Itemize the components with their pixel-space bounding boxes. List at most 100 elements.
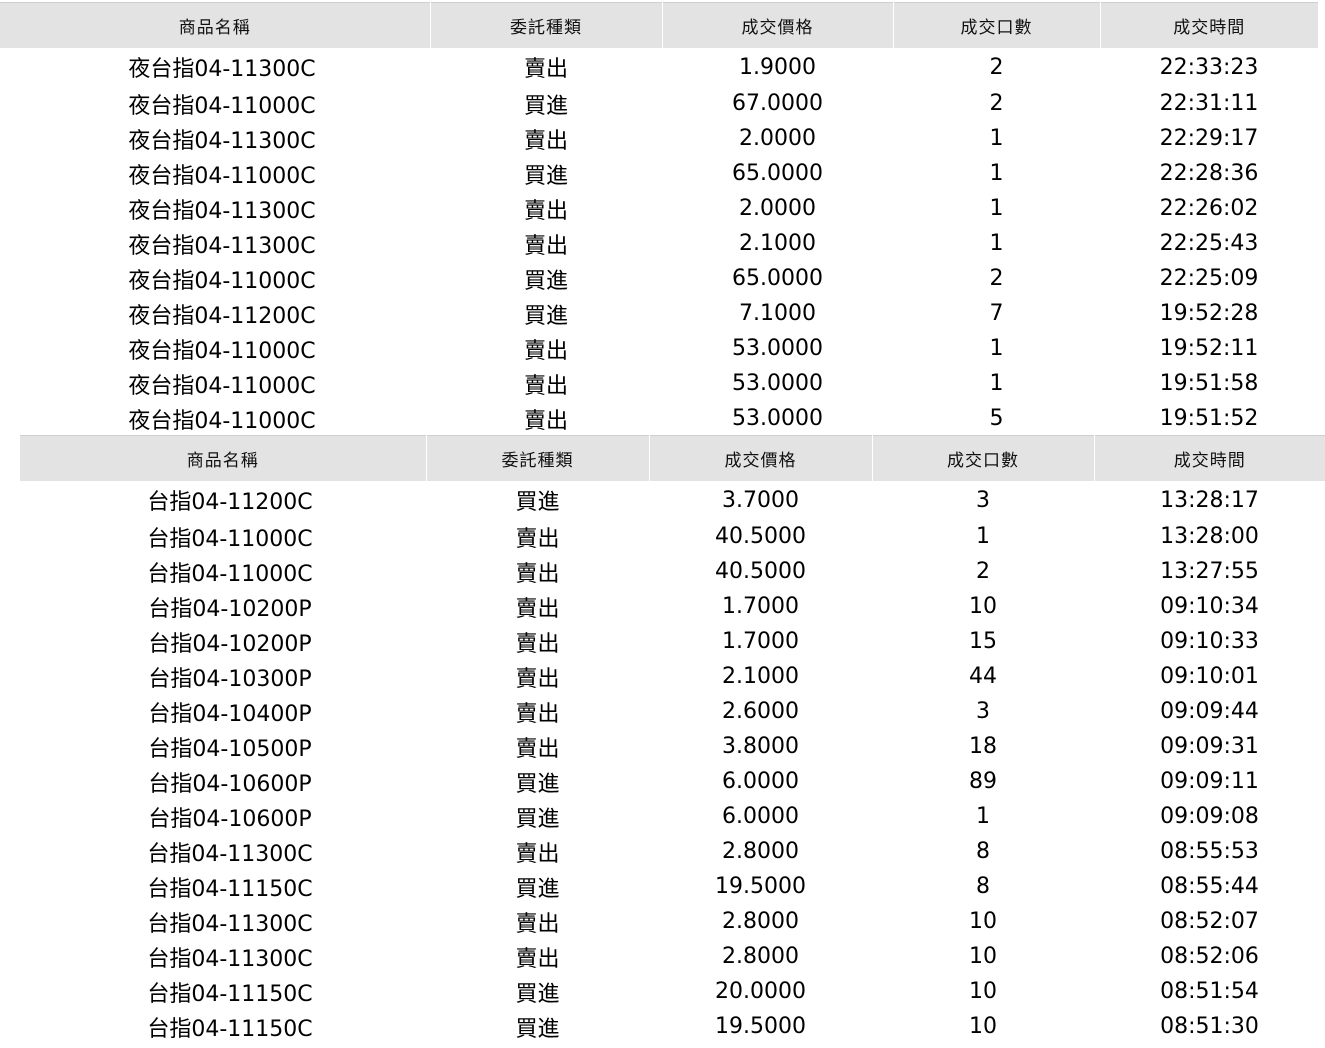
table-row: 台指04-10300P 賣出 2.1000 44 09:10:01 xyxy=(20,659,1325,694)
table-header-row: 商品名稱 委託種類 成交價格 成交口數 成交時間 xyxy=(20,435,1325,481)
order-type-cell: 買進 xyxy=(515,771,560,797)
quantity-cell: 2 xyxy=(976,559,990,584)
time-cell: 19:51:52 xyxy=(1159,406,1259,431)
table-header-row: 商品名稱 委託種類 成交價格 成交口數 成交時間 xyxy=(0,2,1318,48)
table-row: 台指04-11000C 賣出 40.5000 2 13:27:55 xyxy=(20,554,1325,589)
time-cell: 08:51:30 xyxy=(1160,1014,1259,1039)
time-cell: 09:09:31 xyxy=(1160,734,1259,759)
order-type-cell: 賣出 xyxy=(515,946,560,972)
order-type-cell: 買進 xyxy=(515,981,560,1007)
quantity-cell: 10 xyxy=(969,979,997,1004)
order-type-cell: 賣出 xyxy=(523,338,568,364)
column-header-quantity: 成交口數 xyxy=(893,2,1101,48)
quantity-cell: 1 xyxy=(989,371,1004,396)
product-name-cell: 夜台指04-11000C xyxy=(128,163,316,189)
table-row: 夜台指04-11300C 賣出 2.0000 1 22:29:17 xyxy=(0,121,1318,156)
order-type-cell: 賣出 xyxy=(515,596,560,622)
price-cell: 65.0000 xyxy=(732,266,823,291)
price-cell: 6.0000 xyxy=(722,804,799,829)
product-name-cell: 台指04-11150C xyxy=(147,1016,313,1042)
quantity-cell: 44 xyxy=(969,664,997,689)
quantity-cell: 15 xyxy=(969,629,997,654)
table-row: 夜台指04-11300C 賣出 1.9000 2 22:33:23 xyxy=(0,48,1318,86)
table-row: 台指04-11150C 買進 20.0000 10 08:51:54 xyxy=(20,974,1325,1009)
column-header-price: 成交價格 xyxy=(662,2,894,48)
time-cell: 08:55:53 xyxy=(1160,839,1259,864)
time-cell: 22:25:43 xyxy=(1159,231,1259,256)
order-type-cell: 賣出 xyxy=(523,57,568,82)
time-cell: 22:29:17 xyxy=(1159,126,1259,151)
night-session-rows: 夜台指04-11300C 賣出 1.9000 2 22:33:23 夜台指04-11000… xyxy=(0,48,1318,436)
product-name-cell: 夜台指04-11300C xyxy=(128,198,316,224)
product-name-cell: 台指04-11150C xyxy=(147,876,313,902)
product-name-cell: 台指04-10600P xyxy=(148,771,312,797)
order-type-cell: 賣出 xyxy=(515,666,560,692)
order-type-cell: 買進 xyxy=(515,876,560,902)
time-cell: 13:28:00 xyxy=(1160,524,1259,549)
order-type-cell: 賣出 xyxy=(523,128,568,154)
product-name-cell: 夜台指04-11200C xyxy=(128,303,316,329)
night-session-trades-table: 商品名稱 委託種類 成交價格 成交口數 成交時間 夜台指04-11300C 賣出 1… xyxy=(0,2,1318,436)
table-row: 台指04-11300C 賣出 2.8000 8 08:55:53 xyxy=(20,834,1325,869)
price-cell: 19.5000 xyxy=(715,874,806,899)
column-header-time: 成交時間 xyxy=(1100,2,1318,48)
table-row: 台指04-10500P 賣出 3.8000 18 09:09:31 xyxy=(20,729,1325,764)
quantity-cell: 10 xyxy=(969,1014,997,1039)
quantity-cell: 10 xyxy=(969,594,997,619)
quantity-cell: 1 xyxy=(976,524,990,549)
quantity-cell: 1 xyxy=(989,336,1004,361)
time-cell: 09:10:33 xyxy=(1160,629,1259,654)
price-cell: 20.0000 xyxy=(715,979,806,1004)
time-cell: 08:55:44 xyxy=(1160,874,1259,899)
product-name-cell: 台指04-10500P xyxy=(148,736,312,762)
price-cell: 2.6000 xyxy=(722,699,799,724)
table-row: 夜台指04-11000C 賣出 53.0000 1 19:52:11 xyxy=(0,331,1318,366)
price-cell: 2.0000 xyxy=(739,126,816,151)
table-row: 台指04-11150C 買進 19.5000 8 08:55:44 xyxy=(20,869,1325,904)
quantity-cell: 3 xyxy=(976,699,990,724)
table-row: 夜台指04-11000C 賣出 53.0000 1 19:51:58 xyxy=(0,366,1318,401)
order-type-cell: 賣出 xyxy=(515,841,560,867)
time-cell: 09:09:44 xyxy=(1160,699,1259,724)
time-cell: 22:33:23 xyxy=(1159,54,1259,80)
price-cell: 3.7000 xyxy=(722,487,799,513)
quantity-cell: 89 xyxy=(969,769,997,794)
quantity-cell: 8 xyxy=(976,874,990,899)
table-row: 夜台指04-11200C 買進 7.1000 7 19:52:28 xyxy=(0,296,1318,331)
price-cell: 53.0000 xyxy=(732,336,823,361)
order-type-cell: 賣出 xyxy=(515,701,560,727)
product-name-cell: 夜台指04-11000C xyxy=(128,268,316,294)
order-type-cell: 賣出 xyxy=(523,198,568,224)
time-cell: 09:10:34 xyxy=(1160,594,1259,619)
column-header-order-type: 委託種類 xyxy=(430,2,663,48)
time-cell: 22:31:11 xyxy=(1159,91,1259,116)
table-row: 台指04-11300C 賣出 2.8000 10 08:52:06 xyxy=(20,939,1325,974)
column-header-price: 成交價格 xyxy=(649,435,873,481)
quantity-cell: 3 xyxy=(976,487,990,513)
price-cell: 40.5000 xyxy=(715,559,806,584)
quantity-cell: 1 xyxy=(989,231,1004,256)
order-type-cell: 賣出 xyxy=(523,408,568,434)
time-cell: 08:51:54 xyxy=(1160,979,1259,1004)
time-cell: 19:52:28 xyxy=(1159,301,1259,326)
table-row: 夜台指04-11000C 買進 67.0000 2 22:31:11 xyxy=(0,86,1318,121)
price-cell: 2.1000 xyxy=(739,231,816,256)
product-name-cell: 夜台指04-11300C xyxy=(128,128,316,154)
quantity-cell: 18 xyxy=(969,734,997,759)
quantity-cell: 1 xyxy=(989,161,1004,186)
table-row: 台指04-10400P 賣出 2.6000 3 09:09:44 xyxy=(20,694,1325,729)
product-name-cell: 夜台指04-11300C xyxy=(128,57,316,82)
table-row: 夜台指04-11000C 賣出 53.0000 5 19:51:52 xyxy=(0,401,1318,436)
order-type-cell: 買進 xyxy=(515,490,560,515)
table-row: 夜台指04-11000C 買進 65.0000 2 22:25:09 xyxy=(0,261,1318,296)
time-cell: 08:52:06 xyxy=(1160,944,1259,969)
table-row: 台指04-10600P 買進 6.0000 1 09:09:08 xyxy=(20,799,1325,834)
product-name-cell: 台指04-11150C xyxy=(147,981,313,1007)
product-name-cell: 台指04-10200P xyxy=(148,631,312,657)
price-cell: 67.0000 xyxy=(732,91,823,116)
quantity-cell: 2 xyxy=(989,91,1004,116)
table-row: 夜台指04-11300C 賣出 2.1000 1 22:25:43 xyxy=(0,226,1318,261)
order-type-cell: 賣出 xyxy=(515,736,560,762)
product-name-cell: 夜台指04-11000C xyxy=(128,373,316,399)
time-cell: 09:09:08 xyxy=(1160,804,1259,829)
